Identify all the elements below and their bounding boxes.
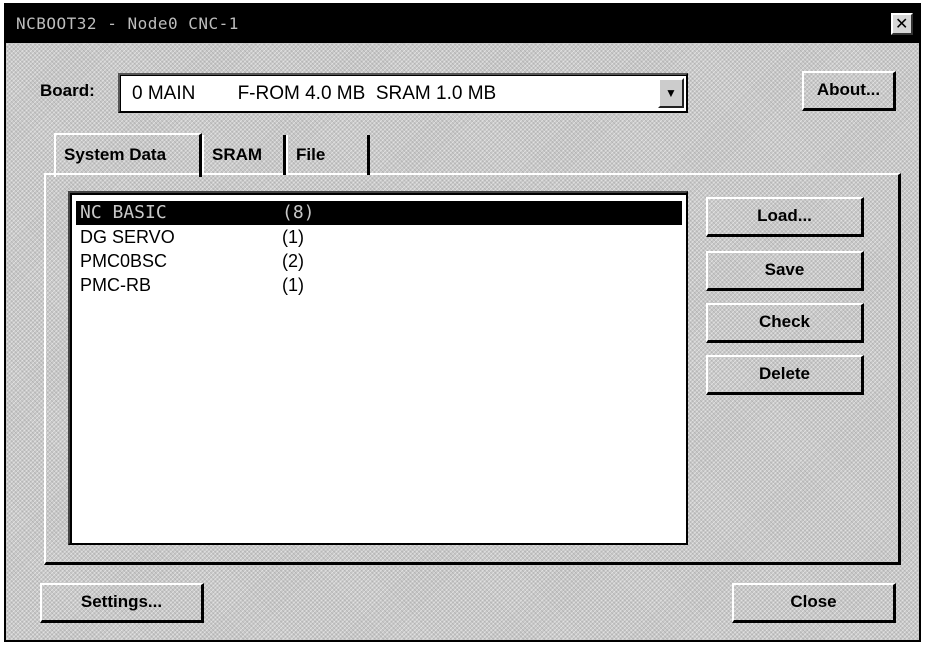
board-select-value: 0 MAIN F-ROM 4.0 MB SRAM 1.0 MB (132, 83, 497, 104)
chevron-down-icon[interactable]: ▼ (658, 78, 684, 108)
list-item[interactable]: NC BASIC (8) (76, 201, 682, 225)
check-button[interactable]: Check (706, 303, 864, 343)
title-bar[interactable]: NCBOOT32 - Node0 CNC-1 ✕ (6, 5, 919, 43)
list-item[interactable]: PMC0BSC (2) (76, 249, 682, 273)
tab-system-data[interactable]: System Data (54, 133, 202, 177)
tab-file[interactable]: File (286, 135, 370, 175)
ncboot32-window: NCBOOT32 - Node0 CNC-1 ✕ Board: 0 MAIN F… (4, 3, 921, 642)
window-title: NCBOOT32 - Node0 CNC-1 (16, 14, 239, 33)
load-button[interactable]: Load... (706, 197, 864, 237)
board-select[interactable]: 0 MAIN F-ROM 4.0 MB SRAM 1.0 MB ▼ (118, 73, 688, 113)
close-window-icon[interactable]: ✕ (891, 13, 913, 35)
delete-button[interactable]: Delete (706, 355, 864, 395)
save-button[interactable]: Save (706, 251, 864, 291)
close-button[interactable]: Close (732, 583, 896, 623)
settings-button[interactable]: Settings... (40, 583, 204, 623)
system-data-list[interactable]: NC BASIC (8) DG SERVO (1) PMC0BSC (2) PM… (68, 191, 688, 545)
about-button[interactable]: About... (802, 71, 896, 111)
list-item[interactable]: DG SERVO (1) (76, 225, 682, 249)
tab-sram[interactable]: SRAM (202, 135, 286, 175)
board-label: Board: (40, 81, 95, 100)
list-item[interactable]: PMC-RB (1) (76, 273, 682, 297)
